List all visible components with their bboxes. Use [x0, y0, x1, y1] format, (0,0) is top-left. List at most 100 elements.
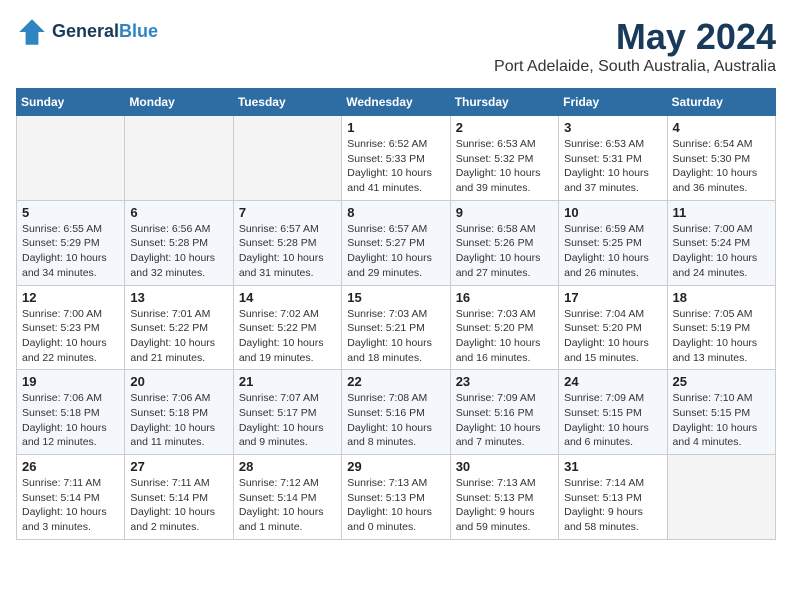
day-cell: 16Sunrise: 7:03 AM Sunset: 5:20 PM Dayli… — [450, 285, 558, 370]
day-info: Sunrise: 6:53 AM Sunset: 5:32 PM Dayligh… — [456, 137, 553, 196]
col-header-saturday: Saturday — [667, 89, 775, 116]
day-cell: 9 Sunrise: 6:58 AM Sunset: 5:26 PM Daylig… — [450, 200, 558, 285]
day-number: 2 — [456, 120, 553, 135]
day-cell — [233, 116, 341, 201]
day-info: Sunrise: 7:04 AM Sunset: 5:20 PM Dayligh… — [564, 307, 661, 366]
day-info: Sunrise: 7:13 AM Sunset: 5:13 PM Dayligh… — [456, 476, 553, 535]
day-info: Sunrise: 6:53 AM Sunset: 5:31 PM Dayligh… — [564, 137, 661, 196]
day-cell: 30 Sunrise: 7:13 AM Sunset: 5:13 PM Dayli… — [450, 455, 558, 540]
day-info: Sunrise: 7:11 AM Sunset: 5:14 PM Dayligh… — [130, 476, 227, 535]
day-number: 13 — [130, 290, 227, 305]
day-number: 22 — [347, 374, 444, 389]
day-number: 17 — [564, 290, 661, 305]
day-number: 28 — [239, 459, 336, 474]
day-number: 21 — [239, 374, 336, 389]
col-header-sunday: Sunday — [17, 89, 125, 116]
week-row-2: 5Sunrise: 6:55 AM Sunset: 5:29 PM Daylig… — [17, 200, 776, 285]
day-info: Sunrise: 6:54 AM Sunset: 5:30 PM Dayligh… — [673, 137, 770, 196]
day-number: 24 — [564, 374, 661, 389]
day-cell: 11Sunrise: 7:00 AM Sunset: 5:24 PM Dayli… — [667, 200, 775, 285]
day-info: Sunrise: 6:59 AM Sunset: 5:25 PM Dayligh… — [564, 222, 661, 281]
day-cell: 14Sunrise: 7:02 AM Sunset: 5:22 PM Dayli… — [233, 285, 341, 370]
day-info: Sunrise: 6:58 AM Sunset: 5:26 PM Dayligh… — [456, 222, 553, 281]
day-cell: 10 Sunrise: 6:59 AM Sunset: 5:25 PM Dayli… — [559, 200, 667, 285]
day-number: 27 — [130, 459, 227, 474]
day-number: 12 — [22, 290, 119, 305]
day-cell: 31 Sunrise: 7:14 AM Sunset: 5:13 PM Dayli… — [559, 455, 667, 540]
page-header: GeneralBlue May 2024 Port Adelaide, Sout… — [16, 16, 776, 76]
week-row-1: 1 Sunrise: 6:52 AM Sunset: 5:33 PM Daylig… — [17, 116, 776, 201]
day-info: Sunrise: 6:56 AM Sunset: 5:28 PM Dayligh… — [130, 222, 227, 281]
day-cell: 18Sunrise: 7:05 AM Sunset: 5:19 PM Dayli… — [667, 285, 775, 370]
week-row-3: 12 Sunrise: 7:00 AM Sunset: 5:23 PM Dayli… — [17, 285, 776, 370]
calendar-table: SundayMondayTuesdayWednesdayThursdayFrid… — [16, 88, 776, 540]
day-number: 30 — [456, 459, 553, 474]
day-info: Sunrise: 6:57 AM Sunset: 5:28 PM Dayligh… — [239, 222, 336, 281]
day-cell: 5Sunrise: 6:55 AM Sunset: 5:29 PM Daylig… — [17, 200, 125, 285]
col-header-friday: Friday — [559, 89, 667, 116]
col-header-tuesday: Tuesday — [233, 89, 341, 116]
day-info: Sunrise: 7:00 AM Sunset: 5:24 PM Dayligh… — [673, 222, 770, 281]
day-number: 9 — [456, 205, 553, 220]
day-number: 31 — [564, 459, 661, 474]
day-cell: 25 Sunrise: 7:10 AM Sunset: 5:15 PM Dayli… — [667, 370, 775, 455]
day-info: Sunrise: 7:00 AM Sunset: 5:23 PM Dayligh… — [22, 307, 119, 366]
day-number: 20 — [130, 374, 227, 389]
day-info: Sunrise: 7:06 AM Sunset: 5:18 PM Dayligh… — [22, 391, 119, 450]
header-row: SundayMondayTuesdayWednesdayThursdayFrid… — [17, 89, 776, 116]
day-info: Sunrise: 7:10 AM Sunset: 5:15 PM Dayligh… — [673, 391, 770, 450]
col-header-monday: Monday — [125, 89, 233, 116]
day-cell: 29 Sunrise: 7:13 AM Sunset: 5:13 PM Dayli… — [342, 455, 450, 540]
day-info: Sunrise: 7:06 AM Sunset: 5:18 PM Dayligh… — [130, 391, 227, 450]
day-info: Sunrise: 7:13 AM Sunset: 5:13 PM Dayligh… — [347, 476, 444, 535]
week-row-4: 19 Sunrise: 7:06 AM Sunset: 5:18 PM Dayli… — [17, 370, 776, 455]
day-number: 3 — [564, 120, 661, 135]
day-info: Sunrise: 6:52 AM Sunset: 5:33 PM Dayligh… — [347, 137, 444, 196]
day-info: Sunrise: 7:11 AM Sunset: 5:14 PM Dayligh… — [22, 476, 119, 535]
day-number: 26 — [22, 459, 119, 474]
logo-text: GeneralBlue — [52, 22, 158, 42]
day-cell: 21 Sunrise: 7:07 AM Sunset: 5:17 PM Dayli… — [233, 370, 341, 455]
day-cell: 15 Sunrise: 7:03 AM Sunset: 5:21 PM Dayli… — [342, 285, 450, 370]
day-cell: 24 Sunrise: 7:09 AM Sunset: 5:15 PM Dayli… — [559, 370, 667, 455]
day-number: 8 — [347, 205, 444, 220]
day-info: Sunrise: 7:08 AM Sunset: 5:16 PM Dayligh… — [347, 391, 444, 450]
day-info: Sunrise: 7:07 AM Sunset: 5:17 PM Dayligh… — [239, 391, 336, 450]
day-number: 10 — [564, 205, 661, 220]
day-number: 6 — [130, 205, 227, 220]
month-title: May 2024 — [494, 16, 776, 58]
day-number: 14 — [239, 290, 336, 305]
day-cell: 22 Sunrise: 7:08 AM Sunset: 5:16 PM Dayli… — [342, 370, 450, 455]
day-cell: 13 Sunrise: 7:01 AM Sunset: 5:22 PM Dayli… — [125, 285, 233, 370]
day-info: Sunrise: 7:03 AM Sunset: 5:20 PM Dayligh… — [456, 307, 553, 366]
day-number: 29 — [347, 459, 444, 474]
day-number: 15 — [347, 290, 444, 305]
day-cell: 26 Sunrise: 7:11 AM Sunset: 5:14 PM Dayli… — [17, 455, 125, 540]
day-number: 1 — [347, 120, 444, 135]
day-cell: 1 Sunrise: 6:52 AM Sunset: 5:33 PM Daylig… — [342, 116, 450, 201]
day-cell: 19 Sunrise: 7:06 AM Sunset: 5:18 PM Dayli… — [17, 370, 125, 455]
day-cell: 2 Sunrise: 6:53 AM Sunset: 5:32 PM Daylig… — [450, 116, 558, 201]
day-number: 5 — [22, 205, 119, 220]
day-cell — [17, 116, 125, 201]
day-number: 7 — [239, 205, 336, 220]
day-number: 19 — [22, 374, 119, 389]
day-info: Sunrise: 7:01 AM Sunset: 5:22 PM Dayligh… — [130, 307, 227, 366]
day-cell: 8 Sunrise: 6:57 AM Sunset: 5:27 PM Daylig… — [342, 200, 450, 285]
day-info: Sunrise: 7:09 AM Sunset: 5:16 PM Dayligh… — [456, 391, 553, 450]
day-cell: 4 Sunrise: 6:54 AM Sunset: 5:30 PM Daylig… — [667, 116, 775, 201]
day-cell: 7 Sunrise: 6:57 AM Sunset: 5:28 PM Daylig… — [233, 200, 341, 285]
day-cell — [667, 455, 775, 540]
day-info: Sunrise: 6:57 AM Sunset: 5:27 PM Dayligh… — [347, 222, 444, 281]
day-info: Sunrise: 7:09 AM Sunset: 5:15 PM Dayligh… — [564, 391, 661, 450]
day-cell: 12 Sunrise: 7:00 AM Sunset: 5:23 PM Dayli… — [17, 285, 125, 370]
day-cell: 17 Sunrise: 7:04 AM Sunset: 5:20 PM Dayli… — [559, 285, 667, 370]
day-cell: 6 Sunrise: 6:56 AM Sunset: 5:28 PM Daylig… — [125, 200, 233, 285]
col-header-wednesday: Wednesday — [342, 89, 450, 116]
day-number: 25 — [673, 374, 770, 389]
day-cell: 23Sunrise: 7:09 AM Sunset: 5:16 PM Dayli… — [450, 370, 558, 455]
day-info: Sunrise: 7:03 AM Sunset: 5:21 PM Dayligh… — [347, 307, 444, 366]
day-cell: 3 Sunrise: 6:53 AM Sunset: 5:31 PM Daylig… — [559, 116, 667, 201]
day-number: 4 — [673, 120, 770, 135]
day-info: Sunrise: 7:14 AM Sunset: 5:13 PM Dayligh… — [564, 476, 661, 535]
